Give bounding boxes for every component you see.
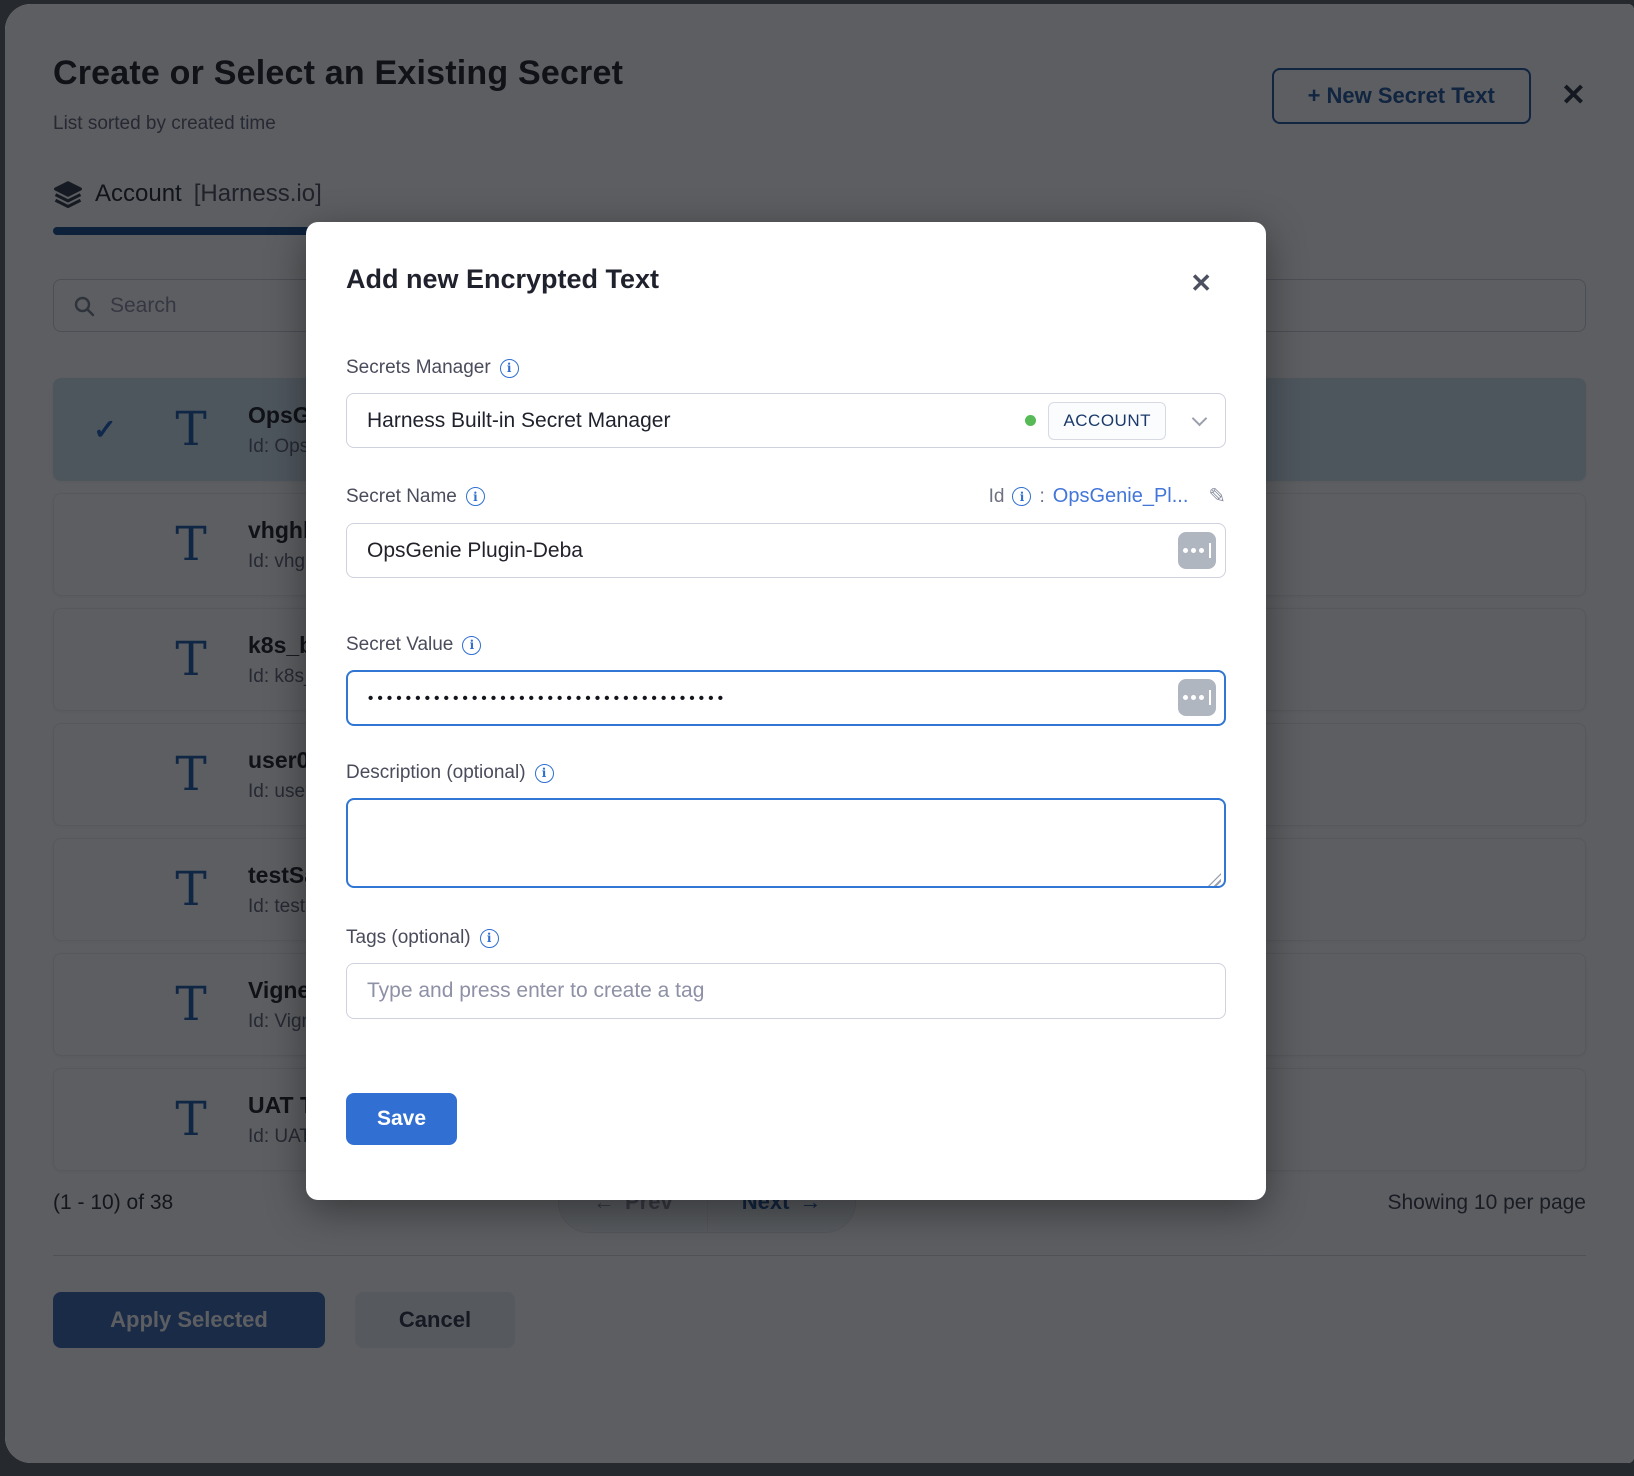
secret-value-input[interactable]: •••••••••••••••••••••••••••••••••••••• bbox=[346, 670, 1226, 726]
modal-close-icon[interactable]: ✕ bbox=[1190, 268, 1212, 299]
info-icon[interactable]: i bbox=[466, 487, 485, 506]
chevron-down-icon bbox=[1192, 411, 1208, 427]
modal-title: Add new Encrypted Text bbox=[346, 264, 659, 295]
edit-id-pencil-icon[interactable]: ✎ bbox=[1208, 484, 1226, 509]
tags-label: Tags (optional) bbox=[346, 927, 471, 949]
secrets-manager-select[interactable]: Harness Built-in Secret Manager ACCOUNT bbox=[346, 393, 1226, 448]
info-icon[interactable]: i bbox=[480, 929, 499, 948]
description-label: Description (optional) bbox=[346, 762, 526, 784]
id-label: Id bbox=[989, 486, 1005, 508]
scope-status-dot bbox=[1025, 415, 1036, 426]
secret-name-label: Secret Name bbox=[346, 486, 457, 508]
secrets-manager-value: Harness Built-in Secret Manager bbox=[367, 409, 1025, 433]
description-textarea[interactable] bbox=[346, 798, 1226, 888]
value-type-selector-icon[interactable] bbox=[1178, 532, 1216, 569]
info-icon[interactable]: i bbox=[462, 636, 481, 655]
secret-name-input[interactable] bbox=[346, 523, 1226, 578]
secret-value-label: Secret Value bbox=[346, 634, 453, 656]
secrets-manager-label: Secrets Manager bbox=[346, 357, 491, 379]
save-button[interactable]: Save bbox=[346, 1093, 457, 1145]
secret-id-link[interactable]: OpsGenie_Pl... bbox=[1053, 485, 1189, 508]
tags-input[interactable] bbox=[346, 963, 1226, 1019]
screen: Create or Select an Existing Secret List… bbox=[0, 0, 1634, 1476]
add-encrypted-text-modal: Add new Encrypted Text ✕ Secrets Manager… bbox=[306, 222, 1266, 1200]
info-icon[interactable]: i bbox=[535, 764, 554, 783]
value-type-selector-icon[interactable] bbox=[1178, 679, 1216, 716]
info-icon[interactable]: i bbox=[500, 359, 519, 378]
scope-badge: ACCOUNT bbox=[1048, 402, 1166, 440]
info-icon[interactable]: i bbox=[1012, 487, 1031, 506]
